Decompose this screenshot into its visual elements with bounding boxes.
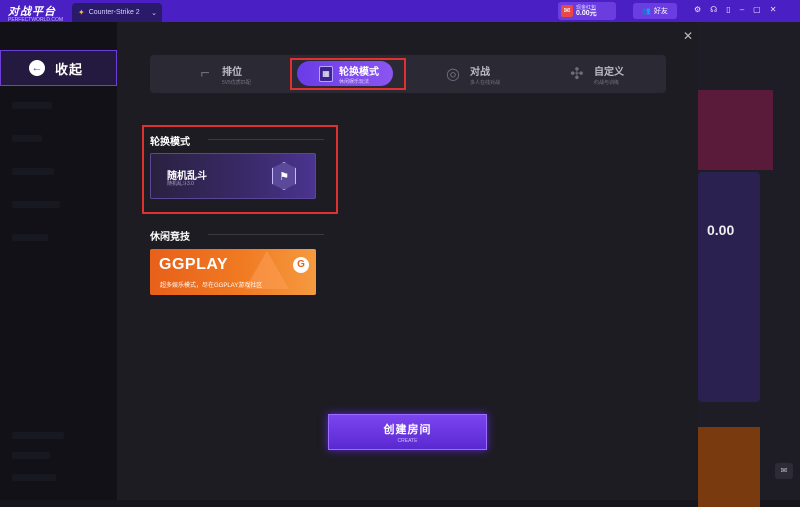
friends-label: 好友	[653, 8, 668, 15]
sidebar-placeholder	[12, 102, 52, 109]
promo-banner	[698, 90, 773, 170]
ggplay-card[interactable]: GGPLAY 超多娱乐模式，尽在GGPLAY游戏社区 G	[150, 249, 316, 295]
section-title-rotation: 轮换模式	[150, 137, 190, 148]
tab-sublabel: 多人在线对战	[470, 79, 501, 86]
sidebar-placeholder	[12, 201, 60, 208]
minimize-icon[interactable]: –	[740, 5, 744, 14]
sidebar-placeholder	[12, 474, 56, 481]
tab-custom[interactable]: ✣ 自定义 约战与训练	[566, 55, 624, 93]
ggplay-icon: G	[293, 257, 309, 273]
tab-rotation-mode[interactable]: ▦ 轮换模式 休闲娱乐玩法	[297, 61, 393, 86]
rifle-icon: ⌐	[200, 65, 210, 82]
sidebar-placeholder	[12, 234, 48, 241]
streamer-image	[698, 427, 760, 507]
mode-card-random-brawl[interactable]: 随机乱斗 随机乱斗3.0 ⚑	[150, 153, 316, 199]
target-icon: ◎	[446, 66, 460, 83]
headset-icon[interactable]: ☊	[710, 5, 717, 14]
create-sublabel: CREATE	[397, 437, 418, 444]
chevron-down-icon[interactable]: ⌄	[151, 9, 157, 17]
settings-icon[interactable]: ⚙	[694, 5, 701, 14]
ggplay-logo: GGPLAY	[159, 256, 229, 273]
tab-battle[interactable]: ◎ 对战 多人在线对战	[442, 55, 500, 93]
tab-ranked[interactable]: ⌐ 排位 5V5优质匹配	[194, 55, 251, 93]
close-icon[interactable]: ✕	[770, 5, 777, 14]
sidebar-placeholder	[12, 432, 64, 439]
stats-card	[698, 172, 760, 402]
app-logo: 对战平台 PERFECTWORLD.COM	[8, 3, 63, 23]
back-arrow-icon: ←	[29, 60, 45, 76]
sidebar-placeholder	[12, 452, 50, 459]
title-bar: 对战平台 PERFECTWORLD.COM ✦ Counter-Strike 2…	[0, 0, 800, 23]
game-icon: ✦	[78, 8, 85, 17]
section-divider	[208, 139, 324, 140]
team-badge-icon: ⚑	[272, 162, 296, 190]
tab-label: 排位	[222, 66, 242, 78]
gift-icon: ✉	[561, 5, 573, 17]
mode-sub: 随机乱斗3.0	[167, 181, 194, 187]
tab-label: 轮换模式	[339, 66, 379, 78]
section-title-casual: 休闲竞技	[150, 232, 190, 243]
mode-tab-bar: ⌐ 排位 5V5优质匹配 ◎ 对战 多人在线对战 ✣ 自定义 约战与训练	[150, 55, 666, 93]
restore-icon[interactable]: ▢	[753, 5, 761, 14]
background-sidebar	[0, 22, 117, 500]
tab-label: 自定义	[594, 66, 624, 78]
collapse-button[interactable]: ← 收起	[0, 50, 117, 86]
create-room-button[interactable]: 创建房间 CREATE	[328, 414, 487, 450]
friends-button[interactable]: 👥 好友	[633, 3, 677, 19]
background-right-panel	[698, 22, 800, 507]
tab-sublabel: 约战与训练	[594, 79, 620, 86]
create-label: 创建房间	[383, 423, 432, 436]
stats-value: 0.00	[707, 222, 735, 238]
ggplay-sub: 超多娱乐模式，尽在GGPLAY游戏社区	[160, 283, 263, 289]
sidebar-placeholder	[12, 135, 42, 142]
close-modal-icon[interactable]: ✕	[683, 29, 693, 43]
card-icon: ▦	[319, 65, 333, 82]
cash-redpacket[interactable]: ✉ 现金红包 0.00元	[558, 2, 616, 20]
sidebar-placeholder	[12, 168, 54, 175]
window-controls: ⚙ ☊ ▯ – ▢ ✕	[694, 5, 776, 14]
collapse-label: 收起	[55, 61, 84, 77]
section-divider	[208, 234, 324, 235]
chat-icon[interactable]: ✉	[775, 463, 793, 479]
game-tab-label: Counter-Strike 2	[88, 9, 140, 16]
tab-sublabel: 休闲娱乐玩法	[339, 78, 370, 85]
game-tab-cs2[interactable]: ✦ Counter-Strike 2 ⌄	[72, 3, 162, 22]
promo-amount: 0.00元	[576, 10, 597, 17]
puzzle-icon: ✣	[570, 66, 584, 83]
friends-icon: 👥	[642, 8, 651, 15]
phone-icon[interactable]: ▯	[726, 5, 730, 14]
tab-sublabel: 5V5优质匹配	[222, 79, 251, 86]
tab-label: 对战	[470, 66, 490, 78]
